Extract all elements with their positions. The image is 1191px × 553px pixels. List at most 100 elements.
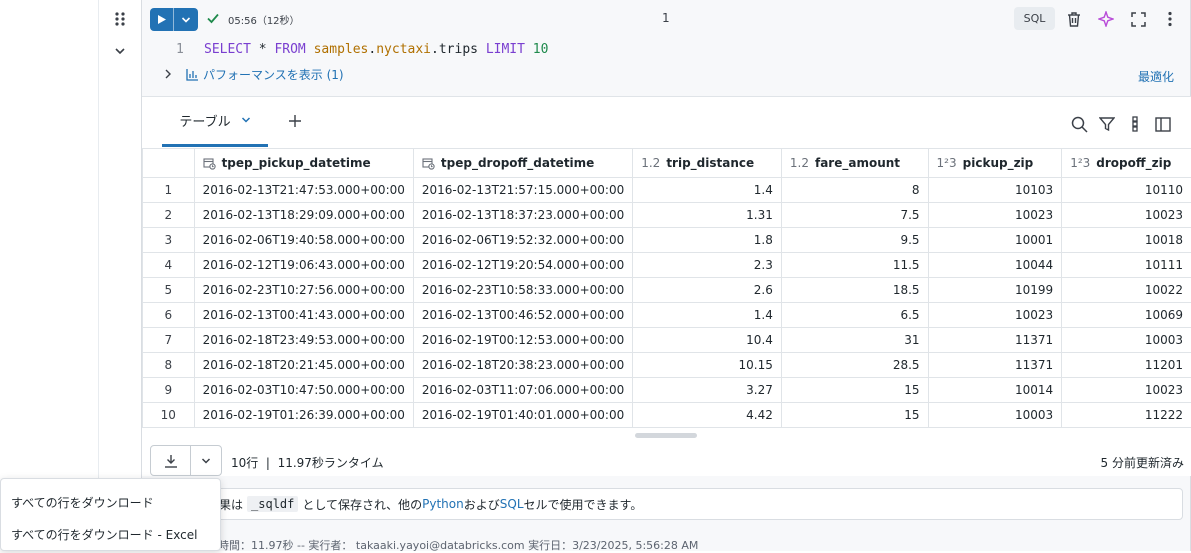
table-cell[interactable]: 7.5 [781,203,928,228]
table-cell[interactable]: 10023 [1062,203,1191,228]
horizontal-scrollbar[interactable] [635,433,697,438]
table-cell[interactable]: 10044 [928,253,1062,278]
column-header-trip-distance[interactable]: 1.2trip_distance [633,149,782,178]
table-cell[interactable]: 4.42 [633,403,782,428]
table-cell[interactable]: 31 [781,328,928,353]
table-cell[interactable]: 2016-02-18T20:38:23.000+00:00 [413,353,632,378]
performance-toggle[interactable]: パフォーマンスを表示 (1) [164,66,344,83]
column-density-icon[interactable] [1125,114,1145,134]
column-header-tpep-dropoff-datetime[interactable]: tpep_dropoff_datetime [413,149,632,178]
menu-item-download-excel[interactable]: すべての行をダウンロード - Excel [1,518,220,550]
filter-icon[interactable] [1097,114,1117,134]
side-panel-icon[interactable] [1153,114,1173,134]
table-cell[interactable]: 11222 [1062,403,1191,428]
table-cell[interactable]: 2016-02-12T19:06:43.000+00:00 [194,253,413,278]
table-cell[interactable]: 1.4 [633,178,782,203]
table-cell[interactable]: 11371 [928,353,1062,378]
table-cell[interactable]: 2016-02-19T01:40:01.000+00:00 [413,403,632,428]
row-index[interactable]: 4 [143,253,195,278]
run-cell-button[interactable] [150,8,174,31]
row-index[interactable]: 9 [143,378,195,403]
table-cell[interactable]: 8 [781,178,928,203]
table-cell[interactable]: 2016-02-13T00:41:43.000+00:00 [194,303,413,328]
table-cell[interactable]: 2016-02-13T21:47:53.000+00:00 [194,178,413,203]
table-cell[interactable]: 2016-02-13T00:46:52.000+00:00 [413,303,632,328]
tab-table[interactable]: テーブル [162,97,268,147]
table-cell[interactable]: 2016-02-13T21:57:15.000+00:00 [413,178,632,203]
table-cell[interactable]: 2016-02-03T10:47:50.000+00:00 [194,378,413,403]
row-index[interactable]: 5 [143,278,195,303]
download-button[interactable] [151,446,191,475]
sql-link[interactable]: SQL [500,497,524,511]
code-line[interactable]: SELECT * FROM samples.nyctaxi.trips LIMI… [204,42,548,57]
download-options-button[interactable] [191,446,221,475]
table-cell[interactable]: 10023 [928,203,1062,228]
menu-item-download-all[interactable]: すべての行をダウンロード [1,486,220,518]
table-cell[interactable]: 18.5 [781,278,928,303]
table-cell[interactable]: 2016-02-19T01:26:39.000+00:00 [194,403,413,428]
table-cell[interactable]: 2016-02-06T19:40:58.000+00:00 [194,228,413,253]
table-cell[interactable]: 2016-02-12T19:20:54.000+00:00 [413,253,632,278]
table-cell[interactable]: 10023 [928,303,1062,328]
table-cell[interactable]: 11.5 [781,253,928,278]
column-header-dropoff-zip[interactable]: 1²3dropoff_zip [1062,149,1191,178]
table-cell[interactable]: 1.8 [633,228,782,253]
table-cell[interactable]: 2016-02-06T19:52:32.000+00:00 [413,228,632,253]
table-cell[interactable]: 10022 [1062,278,1191,303]
row-index[interactable]: 3 [143,228,195,253]
table-cell[interactable]: 2016-02-03T11:07:06.000+00:00 [413,378,632,403]
search-icon[interactable] [1069,114,1089,134]
fullscreen-icon[interactable] [1128,9,1148,29]
table-cell[interactable]: 10023 [1062,378,1191,403]
trash-icon[interactable] [1064,9,1084,29]
run-options-button[interactable] [174,8,198,31]
column-header-pickup-zip[interactable]: 1²3pickup_zip [928,149,1062,178]
drag-handle-icon[interactable] [113,11,127,31]
table-cell[interactable]: 10001 [928,228,1062,253]
table-cell[interactable]: 15 [781,378,928,403]
table-cell[interactable]: 10111 [1062,253,1191,278]
table-cell[interactable]: 10110 [1062,178,1191,203]
table-cell[interactable]: 10103 [928,178,1062,203]
table-cell[interactable]: 6.5 [781,303,928,328]
table-cell[interactable]: 10.15 [633,353,782,378]
table-cell[interactable]: 10003 [928,403,1062,428]
table-cell[interactable]: 1.31 [633,203,782,228]
table-cell[interactable]: 1.4 [633,303,782,328]
add-tab-icon[interactable] [288,113,302,133]
more-options-icon[interactable] [1160,9,1180,29]
row-index[interactable]: 7 [143,328,195,353]
table-cell[interactable]: 9.5 [781,228,928,253]
optimize-link[interactable]: 最適化 [1138,68,1174,85]
assistant-sparkle-icon[interactable] [1096,9,1116,29]
column-header-fare-amount[interactable]: 1.2fare_amount [781,149,928,178]
table-cell[interactable]: 2.6 [633,278,782,303]
table-cell[interactable]: 2016-02-23T10:58:33.000+00:00 [413,278,632,303]
chevron-down-icon[interactable] [241,113,251,128]
table-cell[interactable]: 28.5 [781,353,928,378]
language-badge[interactable]: SQL [1014,7,1055,30]
python-link[interactable]: Python [422,497,464,511]
table-cell[interactable]: 10199 [928,278,1062,303]
table-cell[interactable]: 11371 [928,328,1062,353]
table-cell[interactable]: 3.27 [633,378,782,403]
table-cell[interactable]: 11201 [1062,353,1191,378]
row-index[interactable]: 8 [143,353,195,378]
table-cell[interactable]: 2.3 [633,253,782,278]
table-cell[interactable]: 2016-02-13T18:29:09.000+00:00 [194,203,413,228]
table-cell[interactable]: 2016-02-18T23:49:53.000+00:00 [194,328,413,353]
row-index[interactable]: 2 [143,203,195,228]
column-header-tpep-pickup-datetime[interactable]: tpep_pickup_datetime [194,149,413,178]
row-index[interactable]: 1 [143,178,195,203]
table-cell[interactable]: 10014 [928,378,1062,403]
table-cell[interactable]: 10003 [1062,328,1191,353]
code-editor[interactable]: 1 SELECT * FROM samples.nyctaxi.trips LI… [142,38,1191,62]
table-cell[interactable]: 15 [781,403,928,428]
row-index[interactable]: 10 [143,403,195,428]
table-cell[interactable]: 10.4 [633,328,782,353]
table-cell[interactable]: 2016-02-19T00:12:53.000+00:00 [413,328,632,353]
table-cell[interactable]: 2016-02-23T10:27:56.000+00:00 [194,278,413,303]
table-cell[interactable]: 10018 [1062,228,1191,253]
performance-link[interactable]: パフォーマンスを表示 (1) [203,66,344,83]
table-cell[interactable]: 10069 [1062,303,1191,328]
